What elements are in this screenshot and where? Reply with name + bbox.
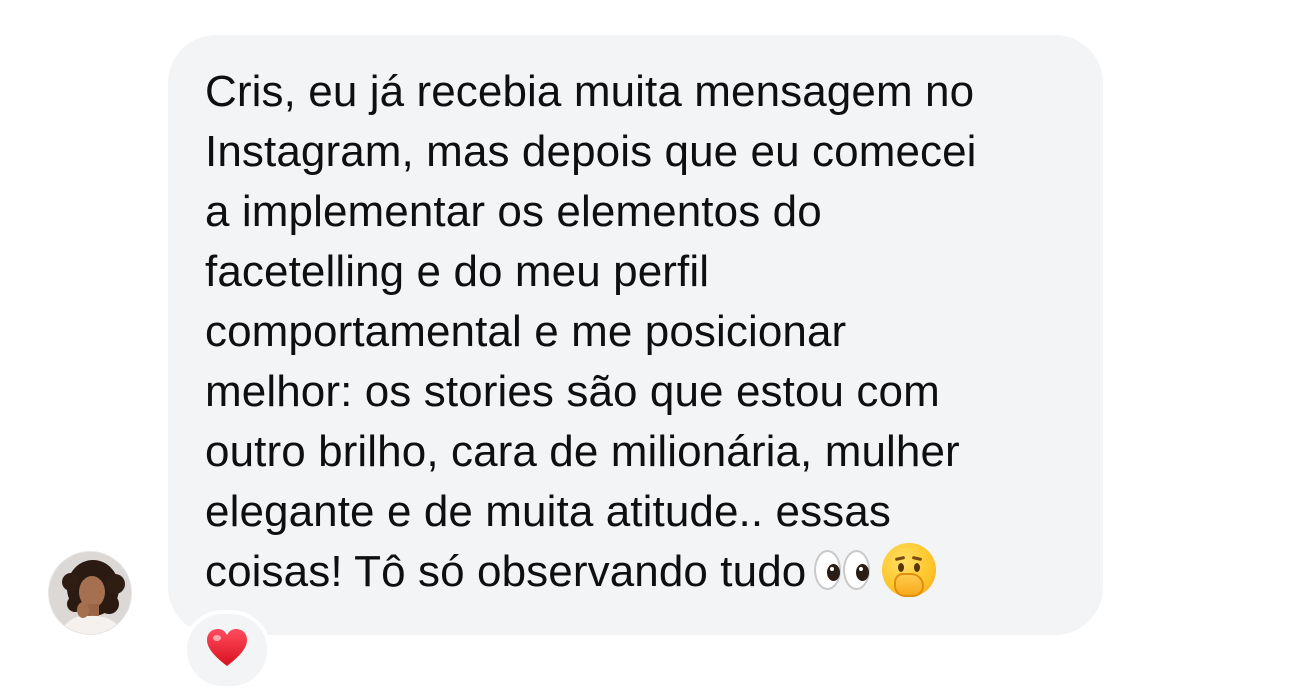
message-text: Cris, eu já recebia muita mensagem no In… — [205, 62, 1085, 602]
right-eye — [843, 550, 871, 590]
message-line-text: coisas! Tô só observando tudo — [205, 547, 807, 596]
message-line-last: coisas! Tô só observando tudo — [205, 542, 1085, 602]
message-line: melhor: os stories são que estou com — [205, 367, 940, 416]
message-line: comportamental e me posicionar — [205, 307, 847, 356]
sender-avatar[interactable] — [48, 551, 132, 635]
message-line: facetelling e do meu perfil — [205, 247, 710, 296]
message-line: elegante e de muita atitude.. essas — [205, 487, 891, 536]
message-line: outro brilho, cara de milionária, mulher — [205, 427, 960, 476]
message-line: Cris, eu já recebia muita mensagem no — [205, 67, 975, 116]
red-heart-icon — [207, 629, 247, 666]
eyes-emoji-icon — [814, 550, 872, 590]
reaction-badge[interactable] — [183, 610, 271, 690]
left-eye — [814, 550, 842, 590]
trailing-emojis — [814, 543, 937, 597]
message-line: Instagram, mas depois que eu comecei — [205, 127, 977, 176]
face-with-hand-over-mouth-emoji-icon — [882, 543, 937, 597]
message-line: a implementar os elementos do — [205, 187, 822, 236]
profile-photo-icon — [49, 552, 131, 634]
